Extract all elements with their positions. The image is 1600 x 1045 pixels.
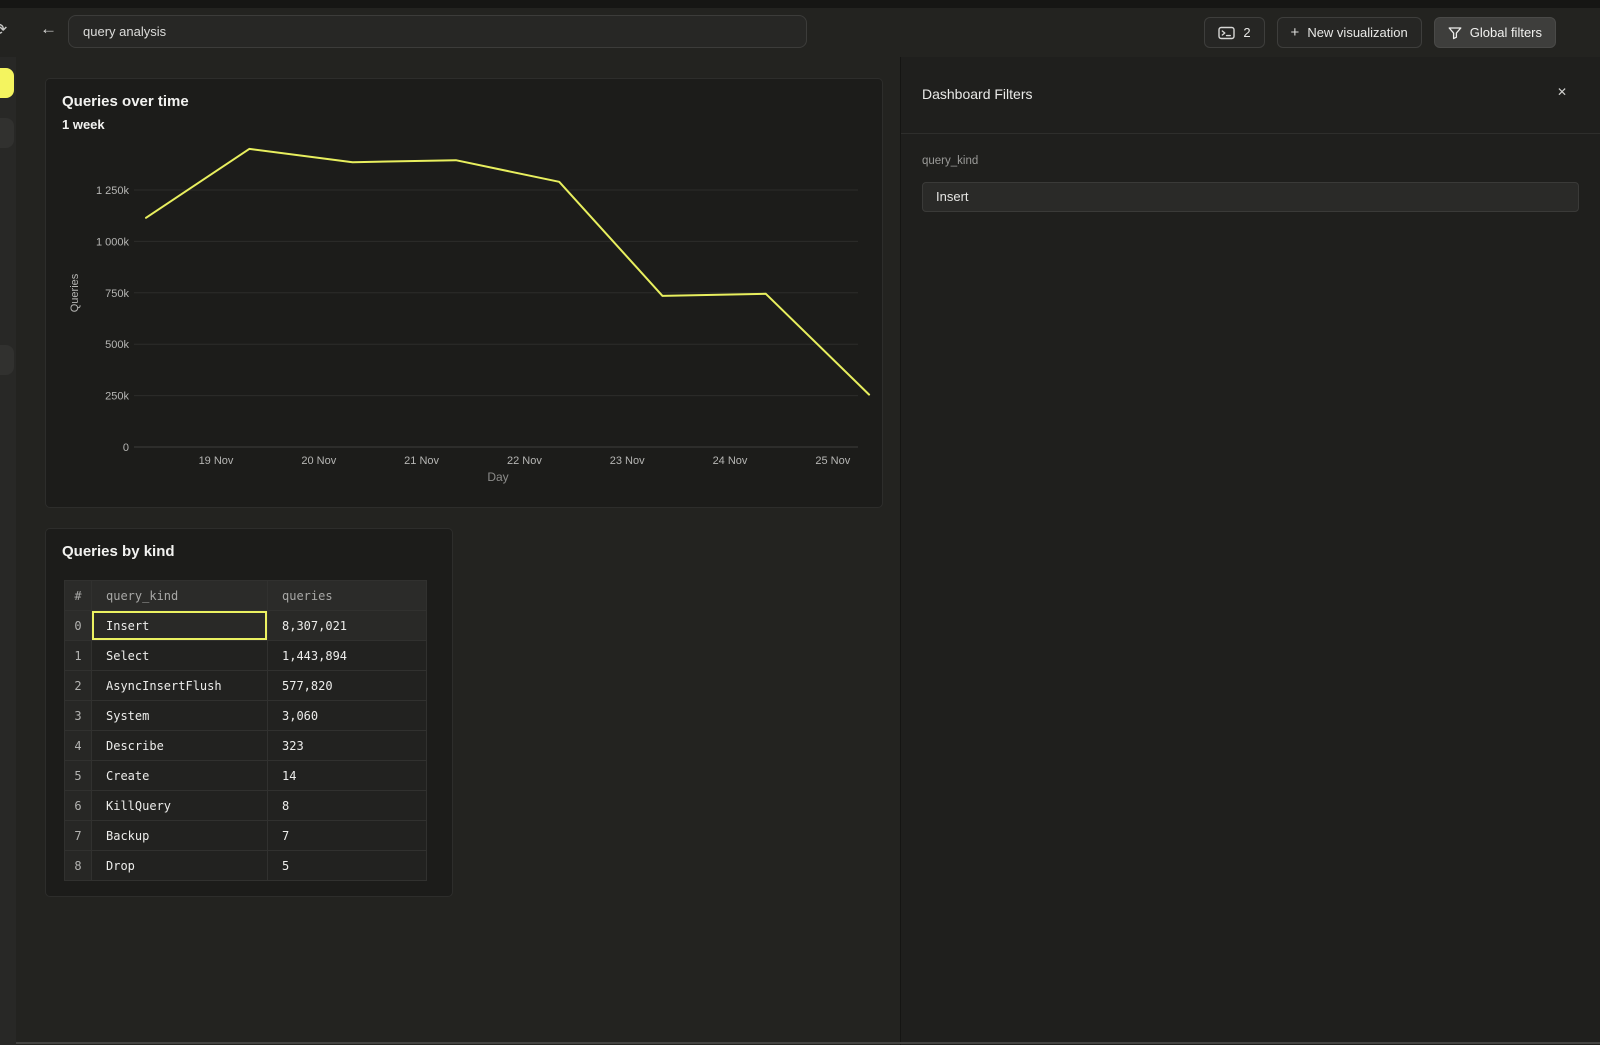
- row-index-cell: 0: [65, 611, 92, 641]
- x-tick-label: 19 Nov: [199, 455, 234, 467]
- panel-header-divider: [901, 133, 1600, 134]
- row-index-cell: 6: [65, 791, 92, 821]
- plus-icon: +: [1291, 25, 1300, 40]
- query-kind-cell[interactable]: AsyncInsertFlush: [92, 671, 268, 701]
- sidebar: [0, 57, 16, 1045]
- window-top-edge: [0, 0, 1600, 8]
- queries-value-cell[interactable]: 1,443,894: [268, 641, 427, 671]
- x-tick-label: 22 Nov: [507, 455, 542, 467]
- top-bar: ⟳ ← 2 + New visualization Global fi: [0, 8, 1600, 57]
- table-row: 6KillQuery8: [65, 791, 427, 821]
- y-tick-label: 250k: [105, 391, 129, 403]
- table-title: Queries by kind: [62, 543, 175, 560]
- queries-value-cell[interactable]: 8: [268, 791, 427, 821]
- queries-by-kind-table: #query_kindqueries 0Insert8,307,0211Sele…: [64, 580, 427, 881]
- y-tick-label: 1 250k: [96, 185, 130, 197]
- queries-value-cell[interactable]: 7: [268, 821, 427, 851]
- sql-console-button[interactable]: 2: [1204, 17, 1264, 48]
- close-filters-button[interactable]: ✕: [1557, 85, 1567, 99]
- sidebar-item[interactable]: [0, 118, 14, 148]
- table-row: 8Drop5: [65, 851, 427, 881]
- close-icon: ✕: [1557, 85, 1567, 99]
- y-axis-title: Queries: [69, 273, 81, 312]
- query-kind-cell[interactable]: Backup: [92, 821, 268, 851]
- x-tick-label: 24 Nov: [713, 455, 748, 467]
- dashboard-filters-panel: Dashboard Filters ✕ query_kind Insert: [901, 57, 1600, 1045]
- chart-card: 0 250k 500k 750k 1 000k 1 250k 19 Nov 20 Nov 21 …: [45, 78, 883, 508]
- queries-value-cell[interactable]: 3,060: [268, 701, 427, 731]
- table-row: 7Backup7: [65, 821, 427, 851]
- table-header-row: #query_kindqueries: [65, 581, 427, 611]
- x-axis-title: Day: [487, 470, 508, 484]
- chart-subtitle: 1 week: [62, 117, 105, 132]
- row-index-cell: 1: [65, 641, 92, 671]
- y-tick-label: 750k: [105, 288, 129, 300]
- row-index-cell: 2: [65, 671, 92, 701]
- filters-panel-title: Dashboard Filters: [922, 86, 1033, 102]
- y-tick-label: 0: [123, 442, 129, 454]
- queries-value-cell[interactable]: 5: [268, 851, 427, 881]
- query-kind-filter-input[interactable]: Insert: [922, 182, 1579, 212]
- console-icon: [1218, 26, 1235, 40]
- column-header-query_kind[interactable]: query_kind: [92, 581, 268, 611]
- horizontal-scrollbar[interactable]: [16, 1042, 1600, 1044]
- y-tick-label: 1 000k: [96, 236, 130, 248]
- table-row: 1Select1,443,894: [65, 641, 427, 671]
- table-row: 0Insert8,307,021: [65, 611, 427, 641]
- filter-field-label: query_kind: [922, 155, 978, 167]
- topbar-actions: 2 + New visualization Global filters: [1204, 17, 1556, 48]
- queries-value-cell[interactable]: 323: [268, 731, 427, 761]
- query-kind-cell[interactable]: KillQuery: [92, 791, 268, 821]
- funnel-icon: [1448, 26, 1462, 40]
- queries-value-cell[interactable]: 577,820: [268, 671, 427, 701]
- row-index-cell: 5: [65, 761, 92, 791]
- query-kind-cell[interactable]: System: [92, 701, 268, 731]
- row-index-cell: 7: [65, 821, 92, 851]
- row-index-cell: 3: [65, 701, 92, 731]
- column-header-queries[interactable]: queries: [268, 581, 427, 611]
- new-visualization-label: New visualization: [1307, 25, 1407, 40]
- queries-value-cell[interactable]: 8,307,021: [268, 611, 427, 641]
- queries-value-cell[interactable]: 14: [268, 761, 427, 791]
- back-button[interactable]: ←: [40, 19, 57, 39]
- table-row: 2AsyncInsertFlush577,820: [65, 671, 427, 701]
- x-tick-label: 20 Nov: [301, 455, 336, 467]
- y-tick-label: 500k: [105, 339, 129, 351]
- sidebar-item[interactable]: [0, 345, 14, 375]
- query-kind-cell[interactable]: Create: [92, 761, 268, 791]
- table-row: 5Create14: [65, 761, 427, 791]
- console-count: 2: [1243, 25, 1250, 40]
- x-tick-label: 23 Nov: [610, 455, 645, 467]
- column-header-index[interactable]: #: [65, 581, 92, 611]
- table-card: Queries by kind #query_kindqueries 0Inse…: [45, 528, 453, 897]
- new-visualization-button[interactable]: + New visualization: [1277, 17, 1422, 48]
- x-tick-label: 25 Nov: [815, 455, 850, 467]
- table-row: 3System3,060: [65, 701, 427, 731]
- query-kind-cell[interactable]: Insert: [92, 611, 268, 641]
- query-kind-cell[interactable]: Select: [92, 641, 268, 671]
- queries-over-time-chart: 0 250k 500k 750k 1 000k 1 250k 19 Nov 20 Nov 21 …: [46, 79, 884, 509]
- queries-line-series: [146, 149, 869, 395]
- query-kind-cell[interactable]: Describe: [92, 731, 268, 761]
- dashboard-title-input[interactable]: [68, 15, 807, 48]
- query-kind-cell[interactable]: Drop: [92, 851, 268, 881]
- refresh-icon[interactable]: ⟳: [0, 20, 7, 40]
- table-row: 4Describe323: [65, 731, 427, 761]
- chart-title: Queries over time: [62, 93, 189, 110]
- row-index-cell: 8: [65, 851, 92, 881]
- x-tick-label: 21 Nov: [404, 455, 439, 467]
- global-filters-button[interactable]: Global filters: [1434, 17, 1556, 48]
- row-index-cell: 4: [65, 731, 92, 761]
- global-filters-label: Global filters: [1470, 25, 1542, 40]
- sidebar-item-active[interactable]: [0, 68, 14, 98]
